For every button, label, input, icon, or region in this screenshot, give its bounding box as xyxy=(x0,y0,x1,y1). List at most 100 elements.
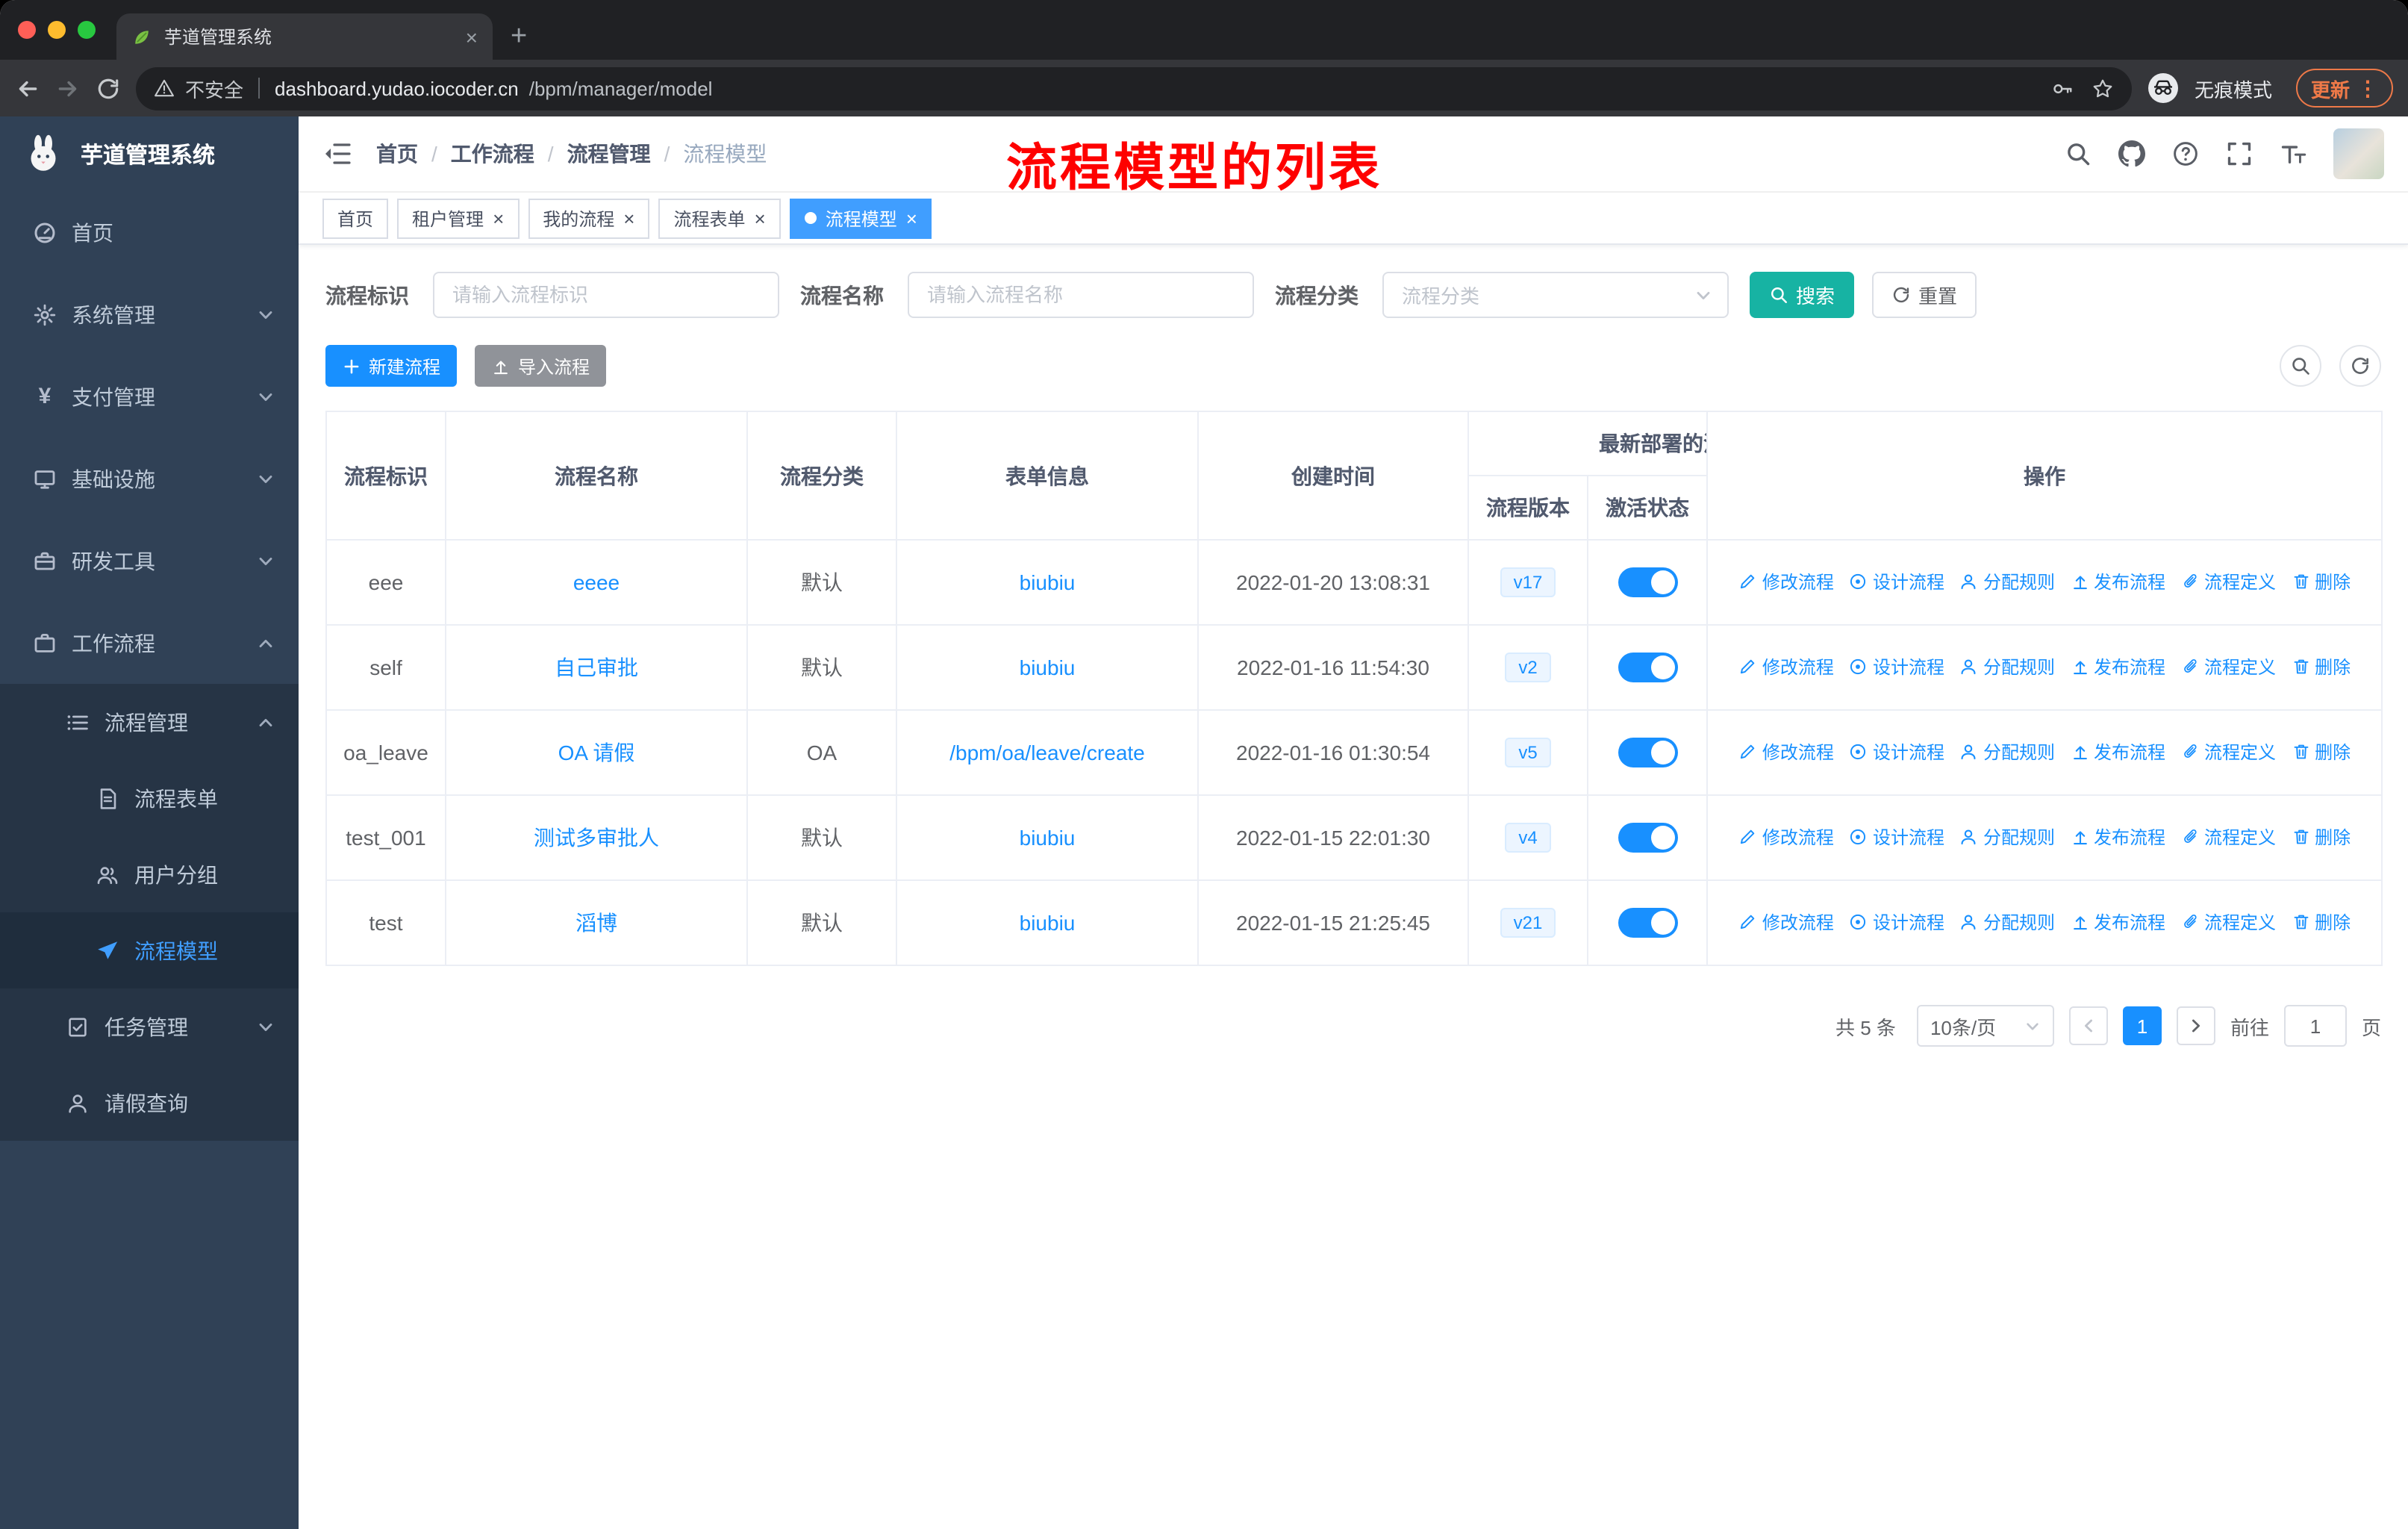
version-badge[interactable]: v4 xyxy=(1505,823,1551,853)
action-definition[interactable]: 流程定义 xyxy=(2180,824,2276,850)
tag-home[interactable]: 首页 xyxy=(322,198,389,238)
form-info-link[interactable]: biubiu xyxy=(1020,570,1076,594)
active-toggle[interactable] xyxy=(1618,908,1677,938)
sidebar-item-process-form[interactable]: 流程表单 xyxy=(0,760,299,836)
sidebar-item-dev-tools[interactable]: 研发工具 xyxy=(0,520,299,602)
active-toggle[interactable] xyxy=(1618,567,1677,597)
active-toggle[interactable] xyxy=(1618,653,1677,682)
action-delete[interactable]: 删除 xyxy=(2291,569,2351,594)
sidebar-item-system[interactable]: 系统管理 xyxy=(0,273,299,355)
sidebar-item-leave-query[interactable]: 请假查询 xyxy=(0,1065,299,1141)
tag-my-process[interactable]: 我的流程 × xyxy=(528,198,650,238)
refresh-table-button[interactable] xyxy=(2339,345,2381,387)
window-zoom-button[interactable] xyxy=(78,21,96,39)
update-button[interactable]: 更新 ⋮ xyxy=(2295,69,2393,108)
process-name-link[interactable]: OA 请假 xyxy=(558,741,635,764)
action-design[interactable]: 设计流程 xyxy=(1849,654,1944,679)
toggle-search-button[interactable] xyxy=(2280,345,2321,387)
import-process-button[interactable]: 导入流程 xyxy=(475,345,607,387)
process-name-input[interactable] xyxy=(908,272,1254,318)
action-design[interactable]: 设计流程 xyxy=(1849,909,1944,935)
action-definition[interactable]: 流程定义 xyxy=(2180,569,2276,594)
action-publish[interactable]: 发布流程 xyxy=(2070,569,2165,594)
sidebar-item-infrastructure[interactable]: 基础设施 xyxy=(0,437,299,520)
sidebar-item-workflow[interactable]: 工作流程 xyxy=(0,602,299,684)
process-name-link[interactable]: 测试多审批人 xyxy=(534,826,659,850)
menu-dots-icon[interactable]: ⋮ xyxy=(2357,75,2378,101)
close-icon[interactable]: × xyxy=(493,208,504,228)
back-icon[interactable] xyxy=(15,75,40,101)
action-definition[interactable]: 流程定义 xyxy=(2180,654,2276,679)
key-icon[interactable] xyxy=(2051,77,2074,99)
action-publish[interactable]: 发布流程 xyxy=(2070,824,2165,850)
close-icon[interactable]: × xyxy=(906,208,917,228)
search-button[interactable]: 搜索 xyxy=(1750,272,1855,318)
action-design[interactable]: 设计流程 xyxy=(1849,569,1944,594)
form-info-link[interactable]: biubiu xyxy=(1020,655,1076,679)
active-toggle[interactable] xyxy=(1618,738,1677,767)
action-assign-rule[interactable]: 分配规则 xyxy=(1959,654,2055,679)
window-close-button[interactable] xyxy=(18,21,36,39)
sidebar-item-user-group[interactable]: 用户分组 xyxy=(0,836,299,912)
star-icon[interactable] xyxy=(2092,77,2114,99)
page-number-1[interactable]: 1 xyxy=(2122,1006,2162,1045)
action-design[interactable]: 设计流程 xyxy=(1849,824,1944,850)
form-info-link[interactable]: biubiu xyxy=(1020,911,1076,935)
version-badge[interactable]: v2 xyxy=(1505,653,1551,682)
goto-page-input[interactable] xyxy=(2283,1005,2347,1047)
category-select[interactable]: 流程分类 xyxy=(1382,272,1729,318)
next-page-button[interactable] xyxy=(2176,1006,2215,1045)
action-delete[interactable]: 删除 xyxy=(2291,739,2351,764)
reset-button[interactable]: 重置 xyxy=(1872,272,1977,318)
tag-process-model[interactable]: 流程模型 × xyxy=(789,198,932,238)
breadcrumb-item[interactable]: 流程管理 xyxy=(567,139,651,169)
create-process-button[interactable]: 新建流程 xyxy=(325,345,458,387)
sidebar-item-process-management[interactable]: 流程管理 xyxy=(0,684,299,760)
form-info-link[interactable]: biubiu xyxy=(1020,826,1076,850)
action-delete[interactable]: 删除 xyxy=(2291,654,2351,679)
action-definition[interactable]: 流程定义 xyxy=(2180,909,2276,935)
avatar[interactable] xyxy=(2333,128,2384,179)
action-modify[interactable]: 修改流程 xyxy=(1738,654,1834,679)
action-assign-rule[interactable]: 分配规则 xyxy=(1959,909,2055,935)
fullscreen-icon[interactable] xyxy=(2226,140,2253,167)
action-modify[interactable]: 修改流程 xyxy=(1738,569,1834,594)
tag-process-form[interactable]: 流程表单 × xyxy=(658,198,781,238)
action-assign-rule[interactable]: 分配规则 xyxy=(1959,739,2055,764)
version-badge[interactable]: v17 xyxy=(1500,567,1556,597)
github-icon[interactable] xyxy=(2118,140,2145,167)
action-definition[interactable]: 流程定义 xyxy=(2180,739,2276,764)
close-icon[interactable]: × xyxy=(623,208,634,228)
action-modify[interactable]: 修改流程 xyxy=(1738,824,1834,850)
window-minimize-button[interactable] xyxy=(48,21,66,39)
forward-icon[interactable] xyxy=(55,75,81,101)
action-publish[interactable]: 发布流程 xyxy=(2070,909,2165,935)
browser-tab[interactable]: 芋道管理系统 × xyxy=(116,13,493,60)
prev-page-button[interactable] xyxy=(2068,1006,2108,1045)
help-icon[interactable] xyxy=(2172,140,2199,167)
close-icon[interactable]: × xyxy=(755,208,766,228)
sidebar-item-payment[interactable]: ¥ 支付管理 xyxy=(0,355,299,437)
action-assign-rule[interactable]: 分配规则 xyxy=(1959,824,2055,850)
action-delete[interactable]: 删除 xyxy=(2291,824,2351,850)
action-delete[interactable]: 删除 xyxy=(2291,909,2351,935)
process-name-link[interactable]: eeee xyxy=(573,570,620,594)
action-design[interactable]: 设计流程 xyxy=(1849,739,1944,764)
tag-tenant-management[interactable]: 租户管理 × xyxy=(397,198,520,238)
process-name-link[interactable]: 滔博 xyxy=(576,911,617,935)
search-icon[interactable] xyxy=(2065,140,2092,167)
process-name-link[interactable]: 自己审批 xyxy=(555,655,638,679)
sidebar-item-process-model[interactable]: 流程模型 xyxy=(0,912,299,988)
fontsize-icon[interactable] xyxy=(2280,140,2306,167)
action-assign-rule[interactable]: 分配规则 xyxy=(1959,569,2055,594)
breadcrumb-item[interactable]: 工作流程 xyxy=(451,139,534,169)
action-publish[interactable]: 发布流程 xyxy=(2070,654,2165,679)
action-modify[interactable]: 修改流程 xyxy=(1738,739,1834,764)
form-info-link[interactable]: /bpm/oa/leave/create xyxy=(949,741,1145,764)
reload-icon[interactable] xyxy=(96,75,121,101)
sidebar-item-task-management[interactable]: 任务管理 xyxy=(0,988,299,1065)
sidebar-item-home[interactable]: 首页 xyxy=(0,191,299,273)
page-size-select[interactable]: 10条/页 xyxy=(1916,1005,2054,1047)
tab-close-icon[interactable]: × xyxy=(466,25,478,49)
new-tab-button[interactable]: + xyxy=(511,21,527,54)
